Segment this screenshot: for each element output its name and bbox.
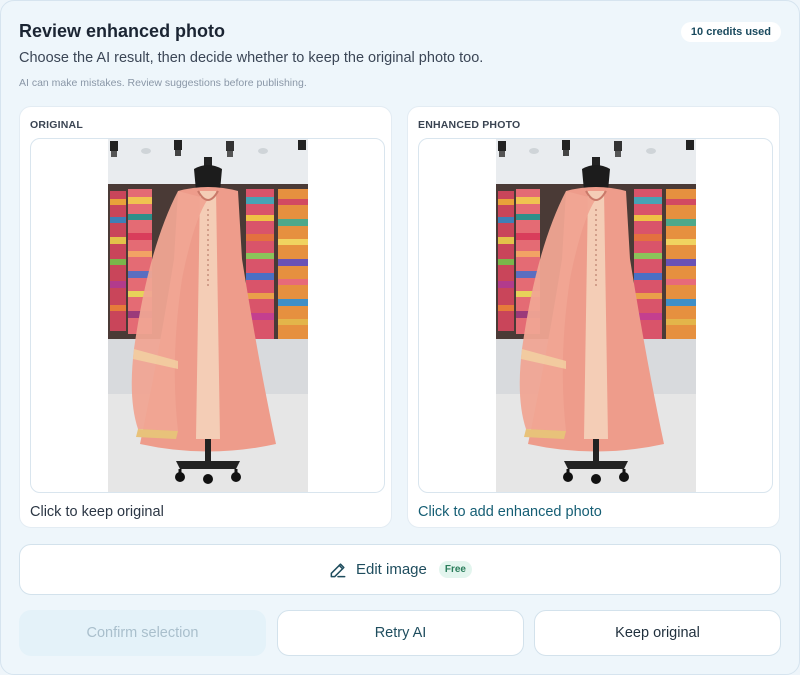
review-dialog: Review enhanced photo 10 credits used Ch… bbox=[0, 0, 800, 675]
add-enhanced-link[interactable]: Click to add enhanced photo bbox=[418, 504, 602, 520]
enhanced-image-frame[interactable] bbox=[418, 138, 773, 493]
original-label: ORIGINAL bbox=[30, 119, 83, 131]
original-photo bbox=[108, 139, 308, 492]
ai-disclaimer: AI can make mistakes. Review suggestions… bbox=[19, 77, 307, 89]
edit-image-label: Edit image bbox=[356, 561, 427, 578]
original-image-frame[interactable] bbox=[30, 138, 385, 493]
credits-badge: 10 credits used bbox=[680, 22, 781, 42]
confirm-selection-button[interactable]: Confirm selection bbox=[19, 610, 266, 656]
keep-original-button[interactable]: Keep original bbox=[534, 610, 781, 656]
enhanced-photo-card[interactable]: ENHANCED PHOTO Click to add enhanced pho… bbox=[407, 106, 780, 528]
edit-image-button[interactable]: Edit image Free bbox=[19, 544, 781, 595]
keep-original-link[interactable]: Click to keep original bbox=[30, 504, 164, 520]
enhanced-label: ENHANCED PHOTO bbox=[418, 119, 521, 131]
retry-ai-button[interactable]: Retry AI bbox=[277, 610, 524, 656]
free-badge: Free bbox=[438, 561, 472, 578]
enhanced-photo bbox=[496, 139, 696, 492]
dialog-title: Review enhanced photo bbox=[19, 21, 226, 41]
dialog-subtitle: Choose the AI result, then decide whethe… bbox=[19, 50, 484, 66]
original-photo-card[interactable]: ORIGINAL Click to keep original bbox=[19, 106, 392, 528]
pencil-icon bbox=[330, 562, 346, 577]
